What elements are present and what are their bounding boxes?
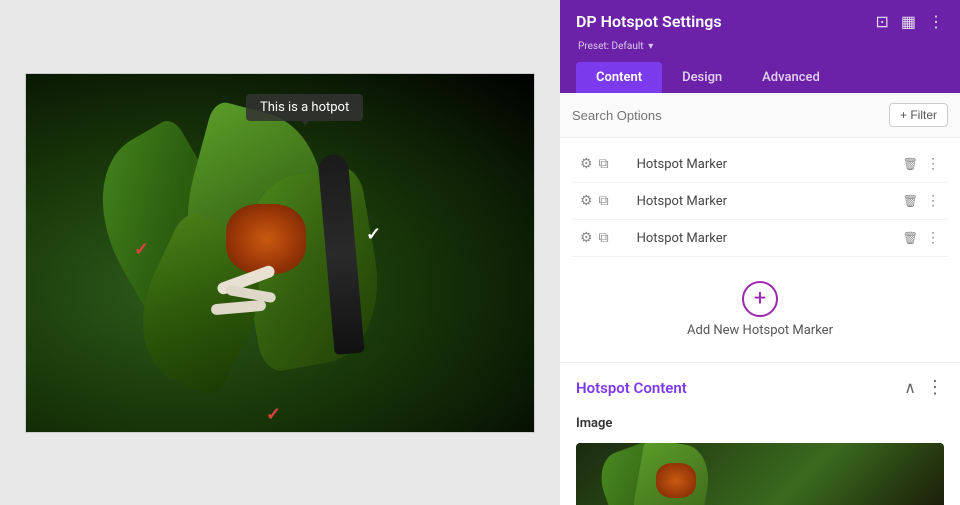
section-header-icons: ∧ ⋮ xyxy=(904,377,944,398)
panel-title: DP Hotspot Settings xyxy=(576,12,722,31)
image-label: Image xyxy=(560,412,960,439)
more-options-icon[interactable]: ⋮ xyxy=(928,12,944,31)
marker-right-icons-3 xyxy=(903,230,940,246)
panel-header: DP Hotspot Settings ⊡ ▦ ⋮ Preset: Defaul… xyxy=(560,0,960,93)
hotspot-marker-1[interactable]: ✓ xyxy=(366,224,381,245)
gear-icon-2[interactable] xyxy=(580,193,593,209)
markers-list: Hotspot Marker Hotspot Marker xyxy=(560,138,960,265)
tab-advanced[interactable]: Advanced xyxy=(742,62,840,93)
section-header: Hotspot Content ∧ ⋮ xyxy=(560,363,960,412)
marker-label-3: Hotspot Marker xyxy=(617,231,895,246)
preset-selector[interactable]: Preset: Default ▾ xyxy=(576,39,944,52)
search-bar: + Filter xyxy=(560,93,960,138)
add-marker-section: + Add New Hotspot Marker xyxy=(560,265,960,354)
panel-tabs: Content Design Advanced xyxy=(576,62,944,93)
grid-icon[interactable]: ▦ xyxy=(901,12,916,31)
trash-icon-3[interactable] xyxy=(903,230,918,246)
copy-icon-2[interactable] xyxy=(599,193,609,209)
add-marker-button[interactable]: + xyxy=(742,281,778,317)
panel-title-row: DP Hotspot Settings ⊡ ▦ ⋮ xyxy=(576,12,944,31)
hotspot-tooltip: This is a hotpot xyxy=(246,94,363,121)
marker-right-icons-1 xyxy=(903,156,940,172)
main-image: This is a hotpot ✓ ✓ ✓ xyxy=(25,73,535,433)
panel-title-icons: ⊡ ▦ ⋮ xyxy=(875,12,944,31)
add-marker-label: Add New Hotspot Marker xyxy=(687,323,833,338)
marker-left-icons-1 xyxy=(580,156,609,172)
marker-item-2: Hotspot Marker xyxy=(572,183,948,220)
marker-item-1: Hotspot Marker xyxy=(572,146,948,183)
section-more-icon[interactable]: ⋮ xyxy=(926,377,944,398)
marker-label-2: Hotspot Marker xyxy=(617,194,895,209)
more-icon-3[interactable] xyxy=(926,230,940,246)
food-center xyxy=(226,204,306,274)
marker-right-icons-2 xyxy=(903,193,940,209)
thumb-food-center xyxy=(656,463,696,498)
trash-icon-2[interactable] xyxy=(903,193,918,209)
tab-content[interactable]: Content xyxy=(576,62,662,93)
settings-panel: DP Hotspot Settings ⊡ ▦ ⋮ Preset: Defaul… xyxy=(560,0,960,505)
tab-design[interactable]: Design xyxy=(662,62,742,93)
hotspot-marker-3[interactable]: ✓ xyxy=(266,404,281,425)
food-image-bg: This is a hotpot ✓ ✓ ✓ xyxy=(26,74,534,432)
more-icon-1[interactable] xyxy=(926,156,940,172)
image-thumbnail xyxy=(576,443,944,505)
search-input[interactable] xyxy=(572,108,881,123)
copy-icon-1[interactable] xyxy=(599,156,609,172)
marker-left-icons-2 xyxy=(580,193,609,209)
hotspot-content-section: Hotspot Content ∧ ⋮ Image xyxy=(560,362,960,505)
marker-item-3: Hotspot Marker xyxy=(572,220,948,257)
gear-icon-3[interactable] xyxy=(580,230,593,246)
section-title: Hotspot Content xyxy=(576,379,687,397)
more-icon-2[interactable] xyxy=(926,193,940,209)
gear-icon-1[interactable] xyxy=(580,156,593,172)
marker-left-icons-3 xyxy=(580,230,609,246)
collapse-icon[interactable]: ∧ xyxy=(904,378,916,397)
trash-icon-1[interactable] xyxy=(903,156,918,172)
hotspot-marker-2[interactable]: ✓ xyxy=(134,239,149,260)
marker-label-1: Hotspot Marker xyxy=(617,157,895,172)
window-icon[interactable]: ⊡ xyxy=(875,12,888,31)
filter-button[interactable]: + Filter xyxy=(889,103,948,127)
copy-icon-3[interactable] xyxy=(599,230,609,246)
image-panel: This is a hotpot ✓ ✓ ✓ xyxy=(0,0,560,505)
